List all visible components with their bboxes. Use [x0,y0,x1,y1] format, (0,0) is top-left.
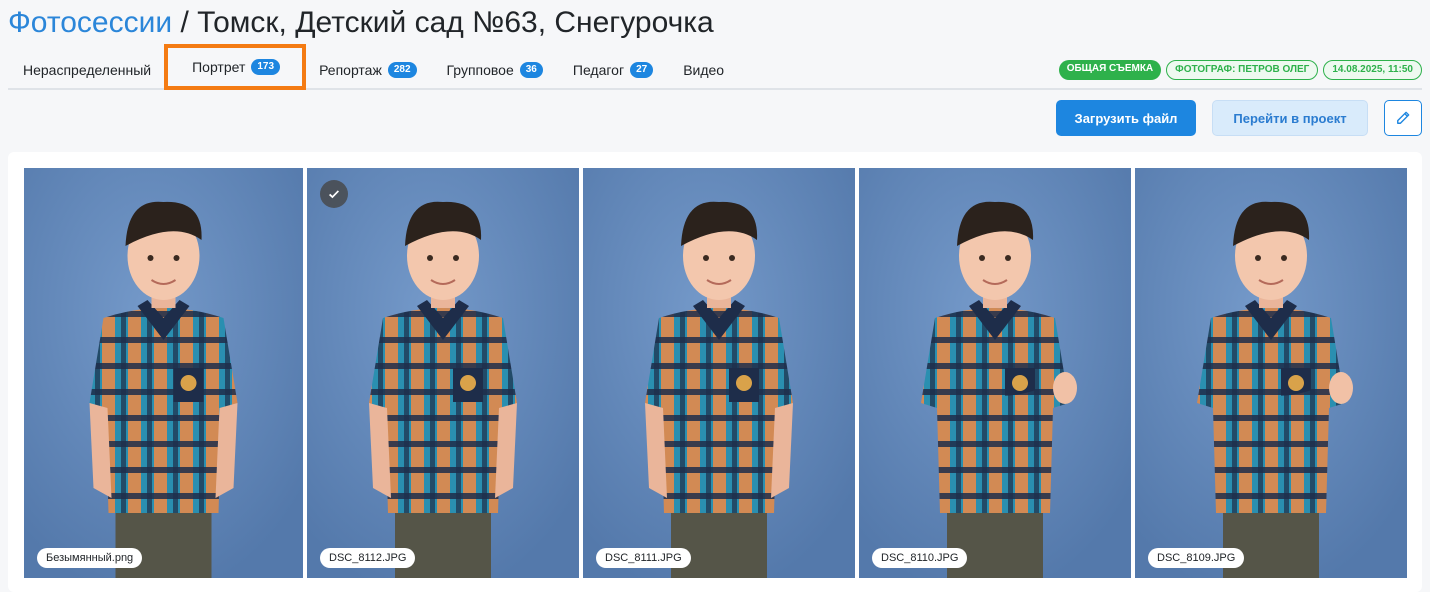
photo-card[interactable]: DSC_8110.JPG [859,168,1131,578]
portrait-photo [583,168,855,578]
go-to-project-button[interactable]: Перейти в проект [1212,100,1368,136]
upload-file-button[interactable]: Загрузить файл [1056,100,1196,136]
tab-group[interactable]: Групповое 36 [432,52,558,88]
tab-label: Репортаж [319,62,382,78]
photo-filename: DSC_8112.JPG [320,548,416,568]
tab-teacher[interactable]: Педагог 27 [558,52,668,88]
photo-filename: DSC_8109.JPG [1148,548,1245,568]
tab-count-badge: 27 [630,62,654,78]
session-type-badge: ОБЩАЯ СЪЕМКА [1058,60,1162,80]
breadcrumb-separator: / [172,6,198,39]
photo-card[interactable]: DSC_8111.JPG [583,168,855,578]
pencil-icon [1397,111,1410,124]
photo-card[interactable]: DSC_8112.JPG [307,168,579,578]
tab-label: Видео [683,62,725,78]
photo-filename: DSC_8111.JPG [596,548,691,568]
tab-label: Педагог [572,62,625,78]
photo-filename: Безымянный.png [37,548,143,568]
photographer-badge: ФОТОГРАФ: ПЕТРОВ ОЛЕГ [1166,60,1319,80]
photo-grid: Безымянный.png DSC_8112.JPG DSC_8111.JPG… [24,168,1407,578]
session-meta: ОБЩАЯ СЪЕМКА ФОТОГРАФ: ПЕТРОВ ОЛЕГ 14.08… [1058,60,1422,80]
tab-unassigned[interactable]: Нераспределенный [8,52,166,88]
tab-count-badge: 36 [519,62,543,78]
tab-label: Групповое [446,62,514,78]
session-title: Томск, Детский сад №63, Снегурочка [197,6,714,39]
toolbar-actions: Загрузить файл Перейти в проект [1056,100,1422,136]
page-title: Фотосессии / Томск, Детский сад №63, Сне… [8,4,714,42]
datetime-badge: 14.08.2025, 11:50 [1323,60,1422,80]
photo-filename: DSC_8110.JPG [872,548,968,568]
photo-panel: Безымянный.png DSC_8112.JPG DSC_8111.JPG… [8,152,1422,592]
portrait-photo [859,168,1131,578]
portrait-photo [1135,168,1407,578]
tab-label: Портрет [192,59,246,75]
tab-portrait[interactable]: Портрет 173 [164,44,307,90]
tab-count-badge: 282 [387,62,417,78]
edit-button[interactable] [1384,100,1422,136]
tab-label: Нераспределенный [23,62,152,78]
portrait-photo [24,168,303,578]
tab-count-badge: 173 [251,59,281,75]
tab-reportage[interactable]: Репортаж 282 [304,52,431,88]
photo-card[interactable]: DSC_8109.JPG [1135,168,1407,578]
portrait-photo [307,168,579,578]
photo-card[interactable]: Безымянный.png [24,168,303,578]
tab-video[interactable]: Видео [668,52,739,88]
breadcrumb-photosessions[interactable]: Фотосессии [8,6,172,39]
selected-check-icon[interactable] [320,180,348,208]
